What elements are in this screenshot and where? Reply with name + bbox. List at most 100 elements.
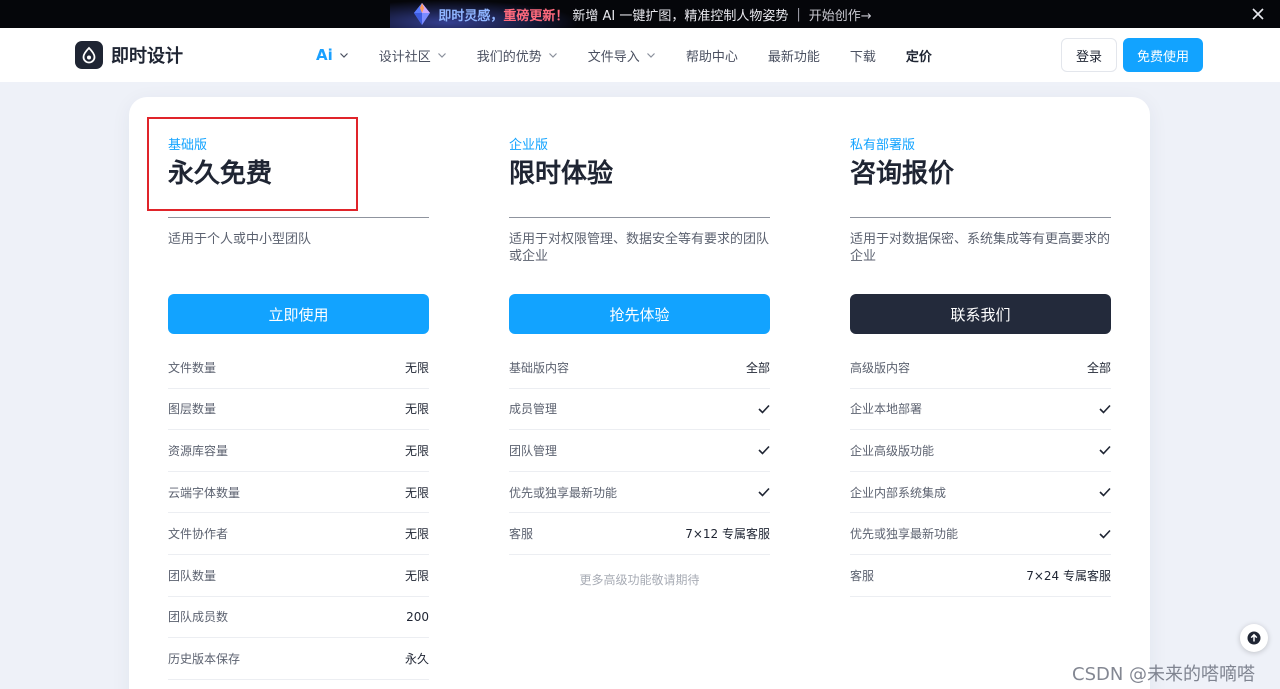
plan-tier: 基础版 — [168, 138, 208, 153]
feature-name: 文件数量 — [168, 360, 217, 375]
nav-item-label: 我们的优势 — [476, 49, 542, 65]
banner-cta-link[interactable]: 开始创作→ — [809, 5, 872, 24]
check-icon — [1099, 404, 1111, 414]
main-navigation: 即时设计 Ai 设计社区 我们的优势 文件导入 帮助中心 最新功能 下载 定价 — [0, 28, 1280, 82]
banner-separator: | — [796, 6, 801, 22]
nav-item-label: Ai — [316, 46, 333, 64]
feature-value: 200 — [406, 609, 429, 624]
feature-value: 7×12 专属客服 — [685, 527, 770, 542]
check-icon — [758, 446, 770, 456]
nav-item-advantages[interactable]: 我们的优势 — [477, 46, 558, 65]
plan-tier: 私有部署版 — [850, 138, 916, 153]
feature-row: 历史版本保存 永久 — [168, 638, 429, 680]
plan-description: 适用于对数据保密、系统集成等有更高要求的企业 — [850, 232, 1111, 264]
plan-description: 适用于对权限管理、数据安全等有要求的团队或企业 — [509, 232, 770, 264]
divider — [850, 217, 1111, 218]
banner-highlight-1: 即时灵感， — [438, 8, 504, 24]
feature-value: 无限 — [404, 443, 429, 458]
feature-row: 客服 7×12 专属客服 — [509, 513, 770, 555]
plan-price: 限时体验 — [509, 159, 614, 189]
check-icon — [758, 488, 770, 497]
nav-item-help[interactable]: 帮助中心 — [686, 46, 738, 65]
pricing-card: 基础版 永久免费 适用于个人或中小型团队 立即使用 文件数量 无限 图层数量 无限 … — [129, 97, 1150, 689]
banner-highlight-2: 重磅更新！ — [503, 8, 569, 24]
nav-item-label: 下载 — [849, 49, 876, 65]
login-button[interactable]: 登录 — [1061, 38, 1117, 72]
promo-banner[interactable]: 即时灵感， 重磅更新！ 新增 AI 一键扩图，精准控制人物姿势 | 开始创作→ — [0, 0, 1280, 28]
feature-name: 企业内部系统集成 — [850, 485, 947, 500]
crystal-icon — [414, 3, 430, 25]
feature-value: 无限 — [404, 527, 429, 542]
chevron-down-icon — [548, 53, 557, 58]
nav-item-label: 帮助中心 — [685, 49, 738, 65]
banner-text: 即时灵感， 重磅更新！ 新增 AI 一键扩图，精准控制人物姿势 | 开始创作→ — [438, 5, 871, 24]
nav-item-download[interactable]: 下载 — [850, 46, 876, 65]
nav-item-label: 定价 — [905, 49, 932, 65]
chevron-down-icon — [339, 53, 348, 58]
feature-value: 无限 — [404, 485, 429, 500]
divider — [168, 217, 429, 218]
feature-value: 全部 — [1086, 360, 1111, 375]
feature-name: 图层数量 — [168, 402, 217, 417]
nav-item-whats-new[interactable]: 最新功能 — [768, 46, 820, 65]
feature-row: 优先或独享最新功能 — [509, 472, 770, 514]
nav-item-pricing[interactable]: 定价 — [906, 46, 932, 65]
feature-row: 企业本地部署 — [850, 389, 1111, 431]
feature-row: 团队数量 无限 — [168, 555, 429, 597]
feature-value: 全部 — [745, 360, 770, 375]
free-use-button[interactable]: 免费使用 — [1123, 38, 1203, 72]
feature-row: 团队成员数 200 — [168, 597, 429, 639]
feature-row: 图层数量 无限 — [168, 389, 429, 431]
feature-name: 优先或独享最新功能 — [509, 485, 618, 500]
feature-row: 高级版内容 全部 — [850, 347, 1111, 389]
logo-icon — [75, 41, 103, 69]
feature-name: 优先或独享最新功能 — [850, 527, 959, 542]
check-icon — [1099, 529, 1111, 539]
divider — [509, 217, 770, 218]
feature-value: 无限 — [404, 402, 429, 417]
feature-name: 基础版内容 — [509, 360, 570, 375]
feature-name: 企业高级版功能 — [850, 443, 935, 458]
more-features-note: 更多高级功能敬请期待 — [579, 573, 700, 587]
contact-us-button[interactable]: 联系我们 — [850, 294, 1111, 334]
feature-name: 企业本地部署 — [850, 402, 923, 417]
feature-name: 云端字体数量 — [168, 485, 241, 500]
feature-name: 资源库容量 — [168, 443, 229, 458]
nav-item-ai[interactable]: Ai — [316, 46, 349, 64]
feature-row: 企业高级版功能 — [850, 430, 1111, 472]
use-now-button[interactable]: 立即使用 — [168, 294, 429, 334]
feature-name: 成员管理 — [509, 402, 558, 417]
back-to-top-button[interactable] — [1240, 624, 1268, 652]
feature-row: 云端字体数量 无限 — [168, 472, 429, 514]
feature-list: 高级版内容 全部 企业本地部署 企业高级版功能 企业内部系统集成 优先或独享最新功… — [850, 347, 1111, 597]
check-icon — [1099, 446, 1111, 456]
feature-name: 团队数量 — [168, 568, 217, 583]
close-icon[interactable] — [1250, 6, 1266, 22]
feature-name: 客服 — [509, 527, 534, 542]
feature-name: 团队管理 — [509, 443, 558, 458]
feature-name: 团队成员数 — [168, 610, 229, 625]
feature-row: 团队管理 — [509, 430, 770, 472]
nav-item-import[interactable]: 文件导入 — [588, 46, 656, 65]
banner-message: 新增 AI 一键扩图，精准控制人物姿势 — [572, 8, 789, 24]
logo[interactable]: 即时设计 — [75, 41, 183, 69]
feature-list: 基础版内容 全部 成员管理 团队管理 优先或独享最新功能 客服 7×12 专属客服 — [509, 347, 770, 555]
nav-item-community[interactable]: 设计社区 — [379, 46, 447, 65]
feature-row: 企业内部系统集成 — [850, 472, 1111, 514]
try-first-button[interactable]: 抢先体验 — [509, 294, 770, 334]
nav-item-label: 文件导入 — [587, 49, 640, 65]
feature-name: 客服 — [850, 568, 875, 583]
feature-value: 7×24 专属客服 — [1026, 568, 1111, 583]
feature-row: 客服 7×24 专属客服 — [850, 555, 1111, 597]
plan-price: 咨询报价 — [850, 159, 955, 189]
feature-row: 基础版内容 全部 — [509, 347, 770, 389]
check-icon — [1099, 488, 1111, 497]
csdn-watermark: CSDN @未来的嗒嘀嗒 — [1072, 664, 1256, 685]
chevron-down-icon — [437, 53, 446, 58]
arrow-up-icon — [1247, 631, 1261, 645]
nav-item-label: 设计社区 — [378, 49, 431, 65]
feature-row: 优先或独享最新功能 — [850, 513, 1111, 555]
plan-tier: 企业版 — [509, 138, 549, 153]
plan-price: 永久免费 — [168, 159, 273, 189]
feature-row: 文件协作者 无限 — [168, 513, 429, 555]
